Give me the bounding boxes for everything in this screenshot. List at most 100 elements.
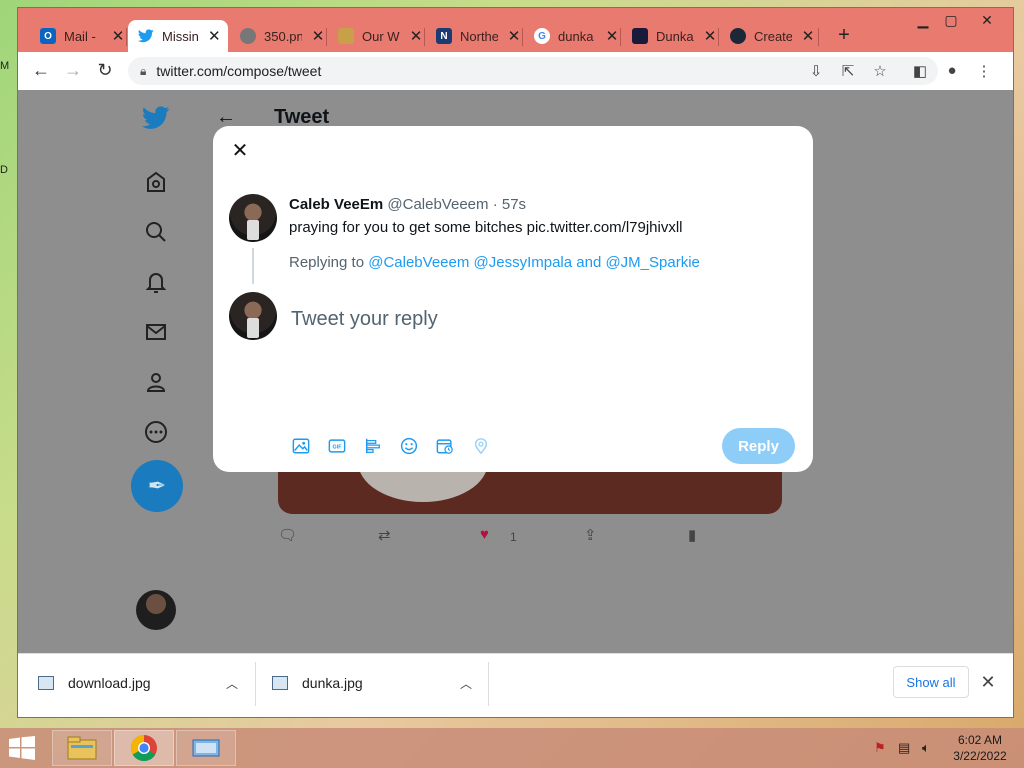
menu-icon[interactable]: ⋮: [974, 62, 994, 80]
share-tweet-icon[interactable]: ⇪: [584, 526, 597, 544]
reload-icon[interactable]: ↻: [94, 60, 116, 81]
chevron-up-icon[interactable]: ︿: [460, 675, 472, 692]
twitter-page: ✒︎ ← Tweet 🗨︎ ⇄ ♥ 1 ⇪ ▮ ✕ Caleb VeeEm @C…: [18, 90, 1013, 653]
emoji-icon[interactable]: [399, 436, 419, 456]
home-icon[interactable]: [142, 168, 170, 196]
close-icon[interactable]: ✕: [310, 27, 326, 45]
downloads-bar: download.jpg ︿ dunka.jpg ︿ Show all ✕: [18, 653, 1013, 717]
window-switcher-icon[interactable]: [176, 730, 236, 766]
tab-dunka-google[interactable]: G dunka ✕: [524, 20, 626, 52]
author-name[interactable]: Caleb VeeEm: [289, 196, 383, 213]
new-tab-button[interactable]: +: [832, 24, 856, 47]
close-icon[interactable]: ✕: [702, 27, 718, 45]
download-filename: download.jpg: [68, 675, 151, 691]
steam-icon: [730, 28, 746, 44]
messages-mail-icon[interactable]: [142, 318, 170, 346]
compose-toolbar: GIF: [291, 436, 491, 456]
window-close-icon[interactable]: ✕: [972, 12, 1002, 29]
system-clock[interactable]: 6:02 AM 3/22/2022: [944, 732, 1016, 764]
explore-search-icon[interactable]: [142, 218, 170, 246]
reply-modal: ✕ Caleb VeeEm @CalebVeeem · 57s praying …: [213, 126, 813, 472]
twitter-icon: [138, 28, 154, 44]
retweet-icon[interactable]: ⇄: [378, 526, 391, 544]
clock-time: 6:02 AM: [957, 733, 1003, 747]
like-heart-icon[interactable]: ♥: [480, 526, 489, 543]
tab-mail[interactable]: O Mail - ✕: [30, 20, 132, 52]
volume-muted-icon[interactable]: 🔈︎: [922, 740, 930, 756]
tab-strip: O Mail - ✕ Missing ✕ 350.pn ✕ Our W ✕ N …: [18, 8, 1013, 52]
side-panel-icon[interactable]: ◧: [910, 62, 930, 80]
tab-dunka-meme[interactable]: Dunka ✕: [622, 20, 724, 52]
author-handle[interactable]: @CalebVeeem: [387, 196, 488, 213]
reply-input[interactable]: [291, 308, 771, 331]
tweet-time: · 57s: [492, 196, 527, 213]
forward-icon[interactable]: →: [62, 60, 84, 81]
tab-label: Our W: [362, 28, 400, 44]
outlook-icon: O: [40, 28, 56, 44]
gif-icon[interactable]: GIF: [327, 436, 347, 456]
knowyourmeme-icon: [632, 28, 648, 44]
profile-person-icon[interactable]: [142, 368, 170, 396]
tweet-text: praying for you to get some bitches pic.…: [289, 219, 683, 236]
tab-350[interactable]: 350.pn ✕: [230, 20, 332, 52]
reply-action-icon[interactable]: 🗨︎: [278, 526, 297, 544]
close-icon[interactable]: ✕: [207, 27, 222, 45]
close-icon[interactable]: ✕: [800, 27, 816, 45]
like-count: 1: [510, 530, 517, 544]
compose-tweet-button[interactable]: ✒︎: [131, 460, 183, 512]
minimize-icon[interactable]: ▁: [908, 12, 938, 29]
show-all-button[interactable]: Show all: [893, 666, 969, 698]
lock-icon: 🔒︎: [140, 63, 147, 78]
account-avatar[interactable]: [136, 590, 176, 630]
bookmark-star-icon[interactable]: ☆: [870, 62, 890, 80]
tab-label: Mail -: [64, 28, 96, 44]
thread-line: [252, 248, 254, 284]
original-tweet-avatar[interactable]: [229, 194, 277, 242]
tab-our-w[interactable]: Our W ✕: [328, 20, 430, 52]
browser-toolbar: ← → ↻ 🔒︎ twitter.com/compose/tweet ⇩ ⇱ ☆…: [18, 52, 1013, 90]
windows-start-icon[interactable]: [8, 736, 36, 760]
replying-to: Replying to @CalebVeeem @JessyImpala and…: [289, 254, 700, 271]
image-file-icon: [38, 676, 54, 690]
poll-icon[interactable]: [363, 436, 383, 456]
desktop-edge-text-m: M: [0, 60, 10, 72]
tab-label: Northe: [460, 28, 498, 44]
tab-create-steam[interactable]: Create ✕: [720, 20, 822, 52]
schedule-icon[interactable]: [435, 436, 455, 456]
tab-label: Dunka: [656, 28, 694, 44]
maximize-icon[interactable]: ▢: [936, 12, 966, 29]
chevron-up-icon[interactable]: ︿: [226, 675, 238, 692]
action-center-flag-icon[interactable]: ⚑: [874, 740, 886, 756]
tab-twitter[interactable]: Missing ✕: [128, 20, 228, 52]
more-icon[interactable]: [142, 418, 170, 446]
analytics-icon[interactable]: ▮: [688, 526, 696, 544]
tab-label: Missing: [162, 28, 199, 44]
chrome-icon[interactable]: [114, 730, 174, 766]
close-downloads-icon[interactable]: ✕: [978, 672, 998, 693]
location-pin-icon[interactable]: [471, 436, 491, 456]
back-icon[interactable]: ←: [30, 60, 52, 81]
twitter-logo-icon[interactable]: [142, 104, 170, 132]
media-image-icon[interactable]: [291, 436, 311, 456]
network-icon[interactable]: ▤: [898, 740, 910, 756]
download-item[interactable]: download.jpg ︿: [38, 668, 248, 698]
reply-author-avatar: [229, 292, 277, 340]
close-icon[interactable]: ✕: [506, 27, 522, 45]
install-icon[interactable]: ⇩: [806, 62, 826, 80]
reply-button[interactable]: Reply: [722, 428, 795, 464]
download-item[interactable]: dunka.jpg ︿: [272, 668, 482, 698]
tab-label: Create: [754, 28, 792, 44]
file-explorer-icon[interactable]: [52, 730, 112, 766]
close-icon[interactable]: ✕: [408, 27, 424, 45]
close-icon[interactable]: ✕: [110, 27, 126, 45]
close-icon[interactable]: ✕: [229, 140, 251, 162]
close-icon[interactable]: ✕: [604, 27, 620, 45]
tab-label: 350.pn: [264, 28, 302, 44]
replying-to-handles[interactable]: @CalebVeeem @JessyImpala and @JM_Sparkie: [368, 254, 700, 271]
profile-icon[interactable]: ●: [942, 62, 962, 79]
tab-northe[interactable]: N Northe ✕: [426, 20, 528, 52]
tweet-author: Caleb VeeEm @CalebVeeem · 57s: [289, 196, 526, 213]
globe-icon: [240, 28, 256, 44]
notifications-bell-icon[interactable]: [142, 268, 170, 296]
share-icon[interactable]: ⇱: [838, 62, 858, 80]
